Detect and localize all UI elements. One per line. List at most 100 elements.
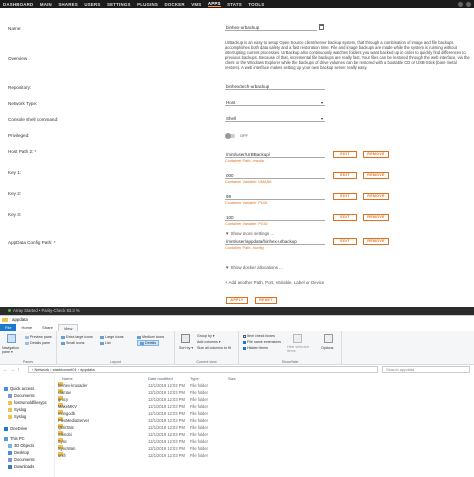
nav-documents[interactable]: Documents — [8, 393, 35, 398]
layout-medium-icons[interactable]: Medium icons — [137, 335, 164, 339]
column-type-header[interactable]: Type — [190, 376, 199, 381]
nav-vms[interactable]: VMS — [191, 2, 201, 7]
file-row[interactable]: PlexMediaServer 12/1/2019 12:03 PM File fo… — [58, 417, 278, 424]
edit-button[interactable]: EDIT — [333, 172, 357, 179]
nav-this-pc[interactable]: This PC — [4, 436, 25, 441]
desktop-icon — [8, 451, 12, 455]
preview-pane-button[interactable]: Preview pane — [25, 335, 52, 339]
hide-selected-button[interactable]: Hide selected items — [287, 345, 311, 353]
item-checkboxes-label: Item check boxes — [247, 334, 275, 338]
edit-button[interactable]: EDIT — [333, 151, 357, 158]
file-row[interactable]: binhex-krusader 12/1/2019 12:02 PM File fo… — [58, 382, 278, 389]
column-date-header[interactable]: Date modified — [148, 376, 173, 381]
file-row[interactable]: Shinobi 12/1/2019 12:03 PM File folder — [58, 431, 278, 438]
top-navigation: DASHBOARD MAIN SHARES USERS SETTINGS PLU… — [0, 0, 474, 8]
tab-home[interactable]: Home — [16, 324, 37, 331]
trash-icon[interactable] — [319, 24, 324, 30]
nav-syslog-2[interactable]: Syslog — [8, 414, 26, 419]
key2-input[interactable] — [225, 193, 325, 200]
size-all-columns-button[interactable]: Size all columns to fit — [197, 346, 231, 350]
forward-arrow-icon[interactable]: → — [10, 367, 15, 373]
apply-button[interactable]: APPLY — [226, 297, 248, 304]
name-input[interactable] — [225, 24, 317, 31]
file-row[interactable]: SyncWan 12/1/2019 12:03 PM File folder — [58, 445, 278, 452]
nav-settings[interactable]: SETTINGS — [107, 2, 131, 7]
nav-dashboard[interactable]: DASHBOARD — [3, 2, 33, 7]
edit-button[interactable]: EDIT — [333, 193, 357, 200]
tab-view[interactable]: View — [57, 324, 79, 331]
remove-button[interactable]: REMOVE — [363, 238, 389, 245]
network-type-select[interactable]: Host ▾ — [225, 99, 325, 106]
sort-by-button[interactable]: Sort by ▾ — [179, 346, 193, 350]
nav-apps[interactable]: APPS — [207, 1, 221, 7]
file-row[interactable]: grocy 12/1/2019 12:03 PM File folder — [58, 396, 278, 403]
nav-stats[interactable]: STATS — [227, 2, 242, 7]
edit-button[interactable]: EDIT — [333, 214, 357, 221]
remove-button[interactable]: REMOVE — [363, 214, 389, 221]
layout-extra-large-icons[interactable]: Extra large icons — [61, 335, 93, 339]
group-by-button[interactable]: Group by ▾ — [197, 334, 215, 338]
reset-button[interactable]: RESET — [255, 297, 277, 304]
tab-file[interactable]: File — [0, 324, 17, 331]
column-size-header[interactable]: Size — [228, 376, 236, 381]
key3-input[interactable] — [225, 214, 325, 221]
file-date: 12/1/2019 12:02 PM — [148, 383, 185, 388]
file-row[interactable]: clamav 12/1/2019 12:03 PM File folder — [58, 389, 278, 396]
remove-button[interactable]: REMOVE — [363, 172, 389, 179]
search-placeholder: Search appdata — [386, 367, 415, 372]
key1-input[interactable] — [225, 172, 325, 179]
add-columns-button[interactable]: Add columns ▾ — [197, 340, 221, 344]
show-more-settings-link[interactable]: ▼ Show more settings ... — [225, 231, 274, 236]
tab-share[interactable]: Share — [37, 324, 58, 331]
file-row[interactable]: mongodb 12/1/2019 12:03 PM File folder — [58, 410, 278, 417]
file-row[interactable]: QDirStat 12/1/2019 12:03 PM File folder — [58, 424, 278, 431]
address-input[interactable]: › Network › starktonnel01 › appdata — [28, 366, 378, 373]
array-status-bar: Array Started • Parity-Check 83.3 % — [0, 307, 474, 315]
file-row[interactable]: MakeMKV 12/1/2019 12:03 PM File folder — [58, 403, 278, 410]
nav-fostrum[interactable]: fostrumoldfilesypc — [8, 400, 47, 405]
hidden-items-toggle[interactable]: Hidden items — [243, 346, 268, 350]
console-shell-select[interactable]: Shell ▾ — [225, 115, 325, 122]
layout-large-icons[interactable]: Large icons — [100, 335, 124, 339]
hostpath-input[interactable] — [225, 151, 325, 158]
help-icon[interactable] — [458, 1, 463, 7]
repository-input[interactable] — [225, 83, 325, 90]
file-date: 12/1/2019 12:03 PM — [148, 453, 185, 458]
power-icon[interactable] — [466, 1, 471, 7]
privileged-toggle[interactable] — [225, 133, 235, 139]
nav-documents-pc[interactable]: Documents — [8, 457, 35, 462]
nav-desktop[interactable]: Desktop — [8, 450, 29, 455]
file-row[interactable]: unifi 12/1/2019 12:03 PM File folder — [58, 452, 278, 459]
show-docker-allocations-link[interactable]: ▼ Show docker allocations ... — [225, 265, 283, 270]
nav-docker[interactable]: DOCKER — [165, 2, 185, 7]
up-arrow-icon[interactable]: ↑ — [17, 367, 20, 373]
nav-main[interactable]: MAIN — [40, 2, 52, 7]
nav-syslog-1[interactable]: Syslog — [8, 407, 26, 412]
back-arrow-icon[interactable]: ← — [3, 367, 8, 373]
edit-button[interactable]: EDIT — [333, 238, 357, 245]
nav-users[interactable]: USERS — [84, 2, 100, 7]
column-name-header[interactable]: Name — [62, 376, 73, 381]
nav-3d-objects[interactable]: 3D Objects — [8, 443, 34, 448]
layout-details[interactable]: Details — [137, 340, 159, 346]
nav-quick-access[interactable]: Quick access — [4, 386, 34, 391]
details-pane-button[interactable]: Details pane — [25, 341, 50, 345]
nav-tools[interactable]: TOOLS — [248, 2, 264, 7]
appdata-input[interactable] — [225, 238, 325, 245]
file-extensions-toggle[interactable]: File name extensions — [243, 340, 281, 344]
download-icon — [8, 465, 12, 469]
nav-plugins[interactable]: PLUGINS — [137, 2, 158, 7]
nav-onedrive[interactable]: OneDrive — [4, 426, 27, 431]
layout-small-icons[interactable]: Small icons — [61, 341, 84, 345]
options-button[interactable]: Options — [321, 346, 333, 350]
navigation-pane-button[interactable]: Navigation pane ▾ — [2, 346, 26, 354]
file-row[interactable]: Sync 12/1/2019 12:03 PM File folder — [58, 438, 278, 445]
nav-shares[interactable]: SHARES — [58, 2, 78, 7]
remove-button[interactable]: REMOVE — [363, 193, 389, 200]
item-checkboxes-toggle[interactable]: Item check boxes — [243, 334, 275, 338]
remove-button[interactable]: REMOVE — [363, 151, 389, 158]
search-input[interactable]: Search appdata — [382, 366, 470, 373]
add-another-link[interactable]: + Add another Path, Port, Variable, Labe… — [225, 280, 324, 285]
layout-list[interactable]: List — [100, 341, 111, 345]
nav-downloads[interactable]: Downloads — [8, 464, 34, 469]
